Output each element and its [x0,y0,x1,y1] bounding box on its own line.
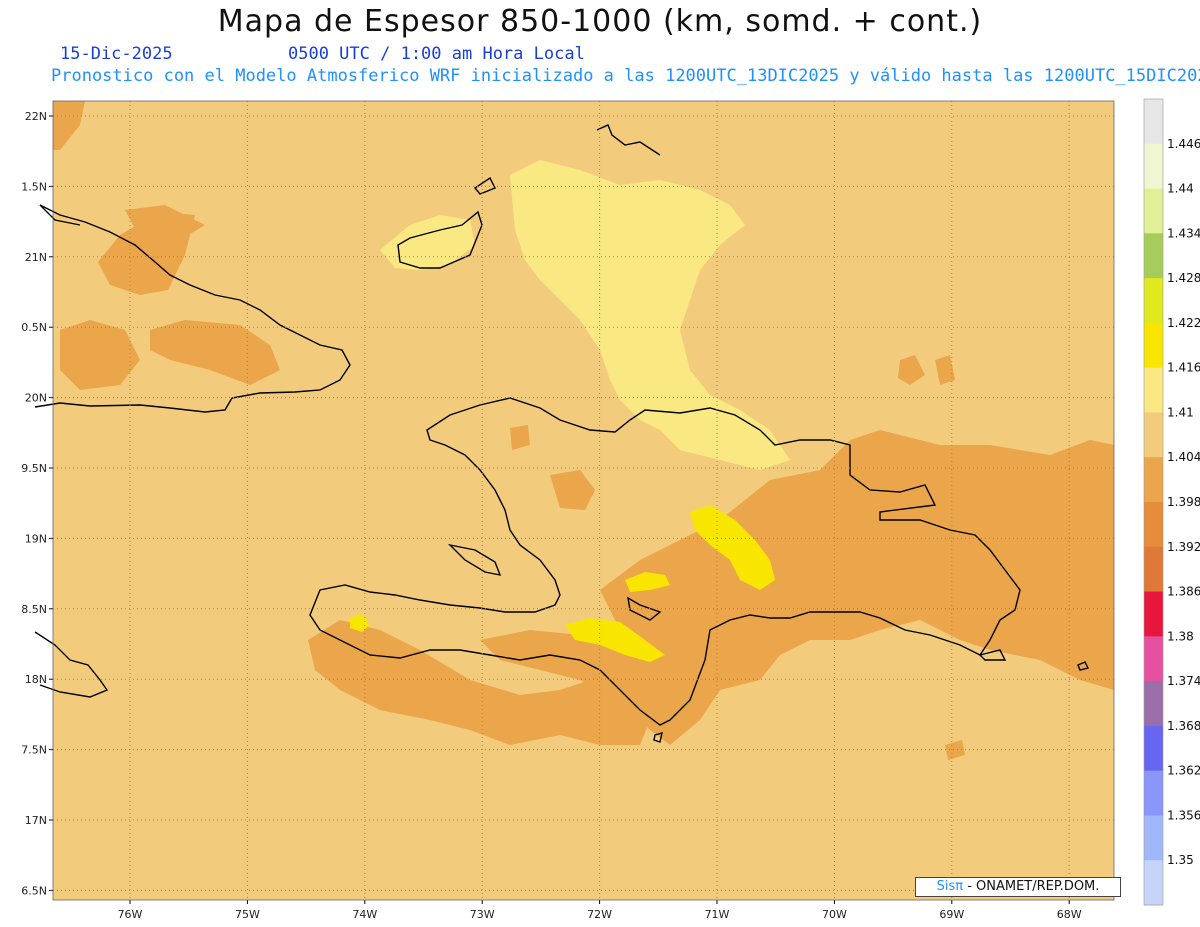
lon-label: 70W [822,908,847,921]
colorbar-label: 1.422 [1167,316,1200,330]
lon-label: 71W [705,908,730,921]
longitude-labels: 76W 75W 74W 73W 72W 71W 70W 69W 68W [118,908,1082,921]
lat-label: 9.5N [21,462,47,475]
lon-label: 68W [1057,908,1082,921]
colorbar-swatch [1144,681,1163,727]
colorbar-swatch [1144,457,1163,503]
lat-label: 0.5N [21,321,47,334]
colorbar-swatch [1144,233,1163,279]
colorbar-swatch [1144,860,1163,906]
brand-logo: Sisπ [936,879,964,894]
lat-label: 18N [25,673,47,686]
latitude-labels: 22N 1.5N 21N 0.5N 20N 9.5N 19N 8.5N 18N 7.5N 17N 6.… [21,110,47,897]
colorbar-label: 1.404 [1167,450,1200,464]
credit-box: Sisπ - ONAMET/REP.DOM. [915,877,1121,897]
lon-label: 76W [118,908,143,921]
lat-label: 17N [25,814,47,827]
lat-label: 7.5N [21,744,47,757]
lon-label: 73W [470,908,495,921]
lon-label: 74W [352,908,377,921]
colorbar-swatch [1144,278,1163,324]
colorbar-swatch [1144,770,1163,816]
colorbar-label: 1.398 [1167,495,1200,509]
colorbar-swatch [1144,591,1163,637]
colorbar-swatch [1144,815,1163,861]
colorbar-label: 1.386 [1167,585,1200,599]
colorbar-swatch [1144,412,1163,458]
lat-label: 19N [25,532,47,545]
colorbar-label: 1.38 [1167,629,1194,643]
credit-text: - ONAMET/REP.DOM. [963,879,1100,894]
lat-label: 8.5N [21,603,47,616]
lat-label: 21N [25,251,47,264]
thickness-map: 22N 1.5N 21N 0.5N 20N 9.5N 19N 8.5N 18N 7.5N 17N 6.… [21,98,1200,921]
colorbar-swatch [1144,188,1163,234]
colorbar-label: 1.41 [1167,405,1194,419]
colorbar-swatch [1144,546,1163,593]
colorbar-swatch [1144,502,1163,548]
colorbar-label: 1.446 [1167,137,1200,151]
lat-label: 6.5N [21,884,47,897]
colorbar-label: 1.428 [1167,271,1200,285]
colorbar-swatch [1144,99,1163,145]
colorbar-label: 1.434 [1167,226,1200,240]
lon-label: 69W [939,908,964,921]
colorbar-swatch [1144,367,1163,413]
colorbar-swatch [1144,725,1163,772]
lat-label: 20N [25,392,47,405]
lon-label: 75W [235,908,260,921]
colorbar-label: 1.44 [1167,182,1194,196]
colorbar-label: 1.356 [1167,808,1200,822]
lon-label: 72W [587,908,612,921]
colorbar-label: 1.35 [1167,853,1194,867]
colorbar-label: 1.392 [1167,540,1200,554]
colorbar-swatch [1144,636,1163,682]
colorbar-label: 1.374 [1167,674,1200,688]
colorbar-label: 1.362 [1167,764,1200,778]
colorbar-swatch [1144,143,1163,190]
lat-label: 22N [25,110,47,123]
lat-label: 1.5N [21,180,47,193]
colorbar [1143,98,1164,906]
colorbar-label: 1.416 [1167,361,1200,375]
colorbar-label: 1.368 [1167,719,1200,733]
colorbar-swatch [1144,322,1163,369]
colorbar-labels: 1.446 1.44 1.434 1.428 1.422 1.416 1.41 1.404 1.… [1167,137,1200,867]
